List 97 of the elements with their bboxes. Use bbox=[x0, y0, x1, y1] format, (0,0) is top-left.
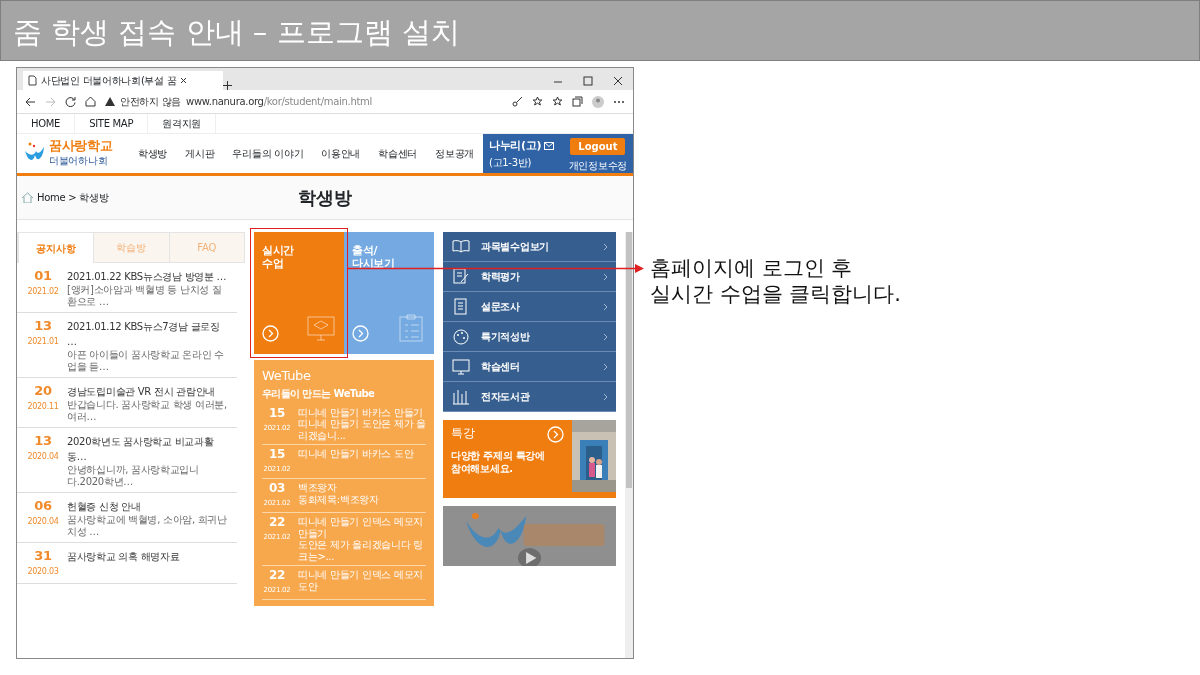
notice-day: 01 bbox=[25, 269, 61, 284]
notice-summary: 꿈사랑학교에 백혈병, 소아암, 희귀난치성 … bbox=[67, 514, 228, 537]
video-summary: 동화제목:백조왕자 bbox=[298, 493, 379, 505]
home-icon[interactable] bbox=[85, 96, 96, 107]
chevron-icon bbox=[603, 302, 608, 311]
callout-text: 실시간 수업을 클릭합니다. bbox=[650, 280, 902, 308]
special-text: 다양한 주제의 특강에 참여해보세요. bbox=[451, 449, 546, 475]
plus-icon[interactable] bbox=[223, 81, 232, 90]
video-day: 15 bbox=[262, 406, 292, 419]
slide-title: 줌 학생 접속 안내 – 프로그램 설치 bbox=[0, 0, 1200, 61]
top-link[interactable]: SITE MAP bbox=[75, 114, 149, 133]
notice-summary: 반갑습니다. 꿈사랑학교 학생 여러분, 여러… bbox=[67, 399, 228, 422]
arrow-circle-icon bbox=[262, 325, 279, 342]
notice-day: 31 bbox=[25, 549, 61, 564]
monitor-icon bbox=[451, 357, 471, 376]
notice-day: 06 bbox=[25, 499, 61, 514]
menu-item[interactable]: 학습센터 bbox=[443, 352, 616, 382]
notice-title[interactable]: 2020학년도 꿈사랑학교 비교과활동… bbox=[67, 434, 231, 464]
url-text: www.nanura.org/kor/student/main.html bbox=[186, 95, 372, 109]
video-day: 03 bbox=[262, 482, 292, 494]
clipboard-icon bbox=[396, 314, 426, 342]
top-link[interactable]: HOME bbox=[17, 114, 76, 133]
video-summary: 띠니네 만들기 도안은 제가 올리겠습니... bbox=[298, 418, 426, 441]
arrow-circle-icon bbox=[352, 325, 369, 342]
collections-icon[interactable] bbox=[572, 96, 583, 107]
key-icon[interactable] bbox=[512, 96, 523, 107]
mail-icon[interactable] bbox=[544, 142, 555, 151]
menu-item[interactable]: 전자도서관 bbox=[443, 382, 616, 412]
nav-link[interactable]: 이용안내 bbox=[321, 146, 361, 161]
browser-tab[interactable]: 사단법인 더불어하나회(부설 꿈 bbox=[23, 71, 223, 90]
star-icon[interactable] bbox=[532, 96, 543, 107]
special-title: 특강 bbox=[451, 426, 475, 442]
menu-item[interactable]: 과목별수업보기 bbox=[443, 232, 616, 262]
notice-title[interactable]: 2021.01.22 KBS뉴스경남 방영분 … bbox=[67, 269, 231, 284]
chevron-icon bbox=[603, 362, 608, 371]
notice-title[interactable]: 꿈사랑학교 의혹 해명자료 bbox=[67, 549, 180, 564]
notice-date: 2020.04 bbox=[27, 517, 59, 527]
favorites-icon[interactable] bbox=[552, 96, 563, 107]
refresh-icon[interactable] bbox=[65, 96, 76, 107]
video-day: 22 bbox=[262, 569, 292, 581]
more-icon[interactable] bbox=[613, 99, 625, 104]
scrollbar[interactable] bbox=[625, 232, 633, 658]
logo-text: 꿈사랑학교 bbox=[49, 138, 113, 154]
wetube-title: WeTube bbox=[262, 367, 311, 385]
video-day: 15 bbox=[262, 448, 292, 460]
warning-icon bbox=[105, 97, 115, 106]
page-title: 학생방 bbox=[298, 186, 352, 210]
notice-day: 20 bbox=[25, 384, 61, 399]
nav-link[interactable]: 우리들의 이야기 bbox=[232, 146, 304, 161]
profile-link[interactable]: 개인정보수정 bbox=[568, 158, 627, 173]
notice-day: 13 bbox=[25, 319, 61, 334]
notice-title[interactable]: 2021.01.12 KBS뉴스7경남 글로징 … bbox=[67, 319, 231, 349]
address-bar[interactable]: 안전하지 않음 www.nanura.org/kor/student/main.html bbox=[105, 94, 503, 109]
notice-date: 2020.11 bbox=[27, 402, 59, 412]
user-name: 나누리(고) bbox=[489, 138, 542, 154]
nav-link[interactable]: 학생방 bbox=[138, 146, 168, 161]
top-link[interactable]: 원격지원 bbox=[148, 114, 216, 133]
notice-day: 13 bbox=[25, 434, 61, 449]
notice-date: 2021.02 bbox=[27, 287, 59, 297]
chevron-icon bbox=[603, 242, 608, 251]
back-icon[interactable] bbox=[25, 96, 36, 107]
security-label: 안전하지 않음 bbox=[120, 95, 182, 109]
wetube-subtitle: 우리들이 만드는 WeTube bbox=[262, 386, 375, 401]
notice-title[interactable]: 경남도립미술관 VR 전시 관람안내 bbox=[67, 384, 231, 399]
notice-summary: 아픈 아이들이 꿈사랑학교 온라인 수업을 듣… bbox=[67, 349, 225, 372]
menu-item[interactable]: 설문조사 bbox=[443, 292, 616, 322]
callout-text: 홈페이지에 로그인 후 bbox=[650, 254, 854, 281]
breadcrumb-link[interactable]: Home bbox=[37, 190, 66, 205]
chevron-icon bbox=[603, 272, 608, 281]
menu-item[interactable]: 학력평가 bbox=[443, 262, 616, 292]
nav-link[interactable]: 학습센터 bbox=[378, 146, 418, 161]
nav-link[interactable]: 정보공개 bbox=[435, 146, 474, 161]
nav-link[interactable]: 게시판 bbox=[185, 146, 215, 161]
page-icon bbox=[28, 75, 37, 86]
notice-title[interactable]: 헌혈증 신청 안내 bbox=[67, 499, 231, 514]
user-grade: (고1-3반) bbox=[489, 155, 533, 170]
menu-item[interactable]: 특기적성반 bbox=[443, 322, 616, 352]
video-day: 22 bbox=[262, 516, 292, 528]
notice-date: 2020.03 bbox=[27, 567, 59, 577]
breadcrumb-current: 학생방 bbox=[79, 191, 109, 205]
breadcrumb-separator: > bbox=[68, 191, 77, 205]
chevron-icon bbox=[603, 332, 608, 341]
close-icon[interactable] bbox=[180, 77, 188, 84]
video-summary: 도안은 제가 올리겠습니다 링크는>... bbox=[298, 539, 425, 562]
forward-icon bbox=[45, 96, 56, 107]
chevron-icon bbox=[603, 392, 608, 401]
notice-date: 2020.04 bbox=[27, 452, 59, 462]
document-pencil-icon bbox=[451, 267, 471, 286]
notice-summary: [앵커]소아암과 백혈병 등 난치성 질환으로 … bbox=[67, 284, 223, 307]
palette-icon bbox=[451, 327, 471, 346]
home-icon bbox=[21, 192, 34, 203]
notice-date: 2021.01 bbox=[27, 337, 59, 347]
arrow-circle-icon[interactable] bbox=[547, 426, 564, 443]
bars-icon bbox=[451, 387, 471, 406]
logo-subtext: 더불어하나회 bbox=[49, 154, 109, 169]
notice-summary: 안녕하십니까, 꿈사랑학교입니다.2020학년… bbox=[67, 464, 200, 487]
profile-icon[interactable] bbox=[592, 95, 604, 108]
